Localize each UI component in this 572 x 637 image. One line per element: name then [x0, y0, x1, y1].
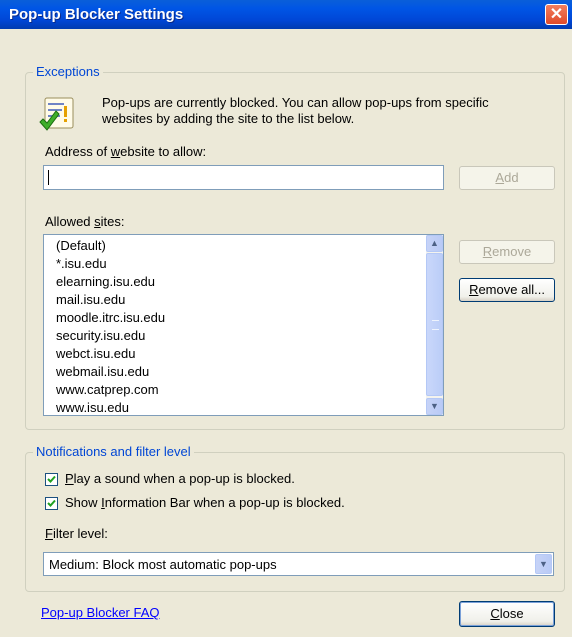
exceptions-info-line-1: Pop-ups are currently blocked. You can a…	[102, 95, 489, 110]
list-item[interactable]: elearning.isu.edu	[44, 273, 426, 291]
play-sound-checkbox[interactable]	[45, 473, 58, 486]
list-item[interactable]: webmail.isu.edu	[44, 363, 426, 381]
add-button[interactable]: Add	[459, 166, 555, 190]
list-scrollbar[interactable]: ▲ ▼	[426, 235, 443, 415]
list-items: (Default) *.isu.edu elearning.isu.edu ma…	[44, 237, 426, 415]
list-item[interactable]: *.isu.edu	[44, 255, 426, 273]
website-address-input[interactable]	[43, 165, 444, 190]
list-item[interactable]: moodle.itrc.isu.edu	[44, 309, 426, 327]
address-label: Address of website to allow:	[45, 144, 207, 159]
list-item[interactable]: security.isu.edu	[44, 327, 426, 345]
allowed-sites-list[interactable]: (Default) *.isu.edu elearning.isu.edu ma…	[43, 234, 444, 416]
exceptions-info-line-2: websites by adding the site to the list …	[102, 111, 355, 126]
show-info-bar-label[interactable]: Show Information Bar when a pop-up is bl…	[65, 495, 345, 510]
list-item[interactable]: webct.isu.edu	[44, 345, 426, 363]
list-item[interactable]: www.isu.edu	[44, 399, 426, 415]
allowed-sites-label: Allowed sites:	[45, 214, 125, 229]
checkmark-icon	[47, 475, 56, 483]
chevron-down-icon[interactable]: ▼	[426, 398, 443, 415]
window-title: Pop-up Blocker Settings	[9, 6, 184, 23]
notifications-legend: Notifications and filter level	[33, 444, 194, 459]
close-button[interactable]: Close	[459, 601, 555, 627]
text-caret	[48, 170, 49, 185]
chevron-down-icon[interactable]: ▼	[535, 554, 552, 574]
scrollbar-thumb[interactable]	[426, 253, 443, 396]
title-bar[interactable]: Pop-up Blocker Settings ✕	[0, 0, 572, 29]
checkmark-icon	[47, 499, 56, 507]
chevron-up-icon[interactable]: ▲	[426, 235, 443, 252]
remove-button[interactable]: Remove	[459, 240, 555, 264]
play-sound-label[interactable]: Play a sound when a pop-up is blocked.	[65, 471, 295, 486]
thumb-grip	[432, 320, 439, 330]
filter-level-select[interactable]: Medium: Block most automatic pop-ups ▼	[43, 552, 554, 576]
filter-level-label: Filter level:	[45, 526, 108, 541]
title-close-button[interactable]: ✕	[545, 4, 568, 25]
exceptions-legend: Exceptions	[33, 64, 103, 79]
list-item[interactable]: mail.isu.edu	[44, 291, 426, 309]
faq-link[interactable]: Pop-up Blocker FAQ	[41, 605, 160, 620]
list-item[interactable]: (Default)	[44, 237, 426, 255]
filter-level-value: Medium: Block most automatic pop-ups	[49, 557, 277, 572]
close-icon: ✕	[549, 6, 564, 23]
show-info-bar-checkbox[interactable]	[45, 497, 58, 510]
remove-all-button[interactable]: Remove all...	[459, 278, 555, 302]
list-item[interactable]: www.catprep.com	[44, 381, 426, 399]
checklist-icon	[37, 96, 79, 138]
